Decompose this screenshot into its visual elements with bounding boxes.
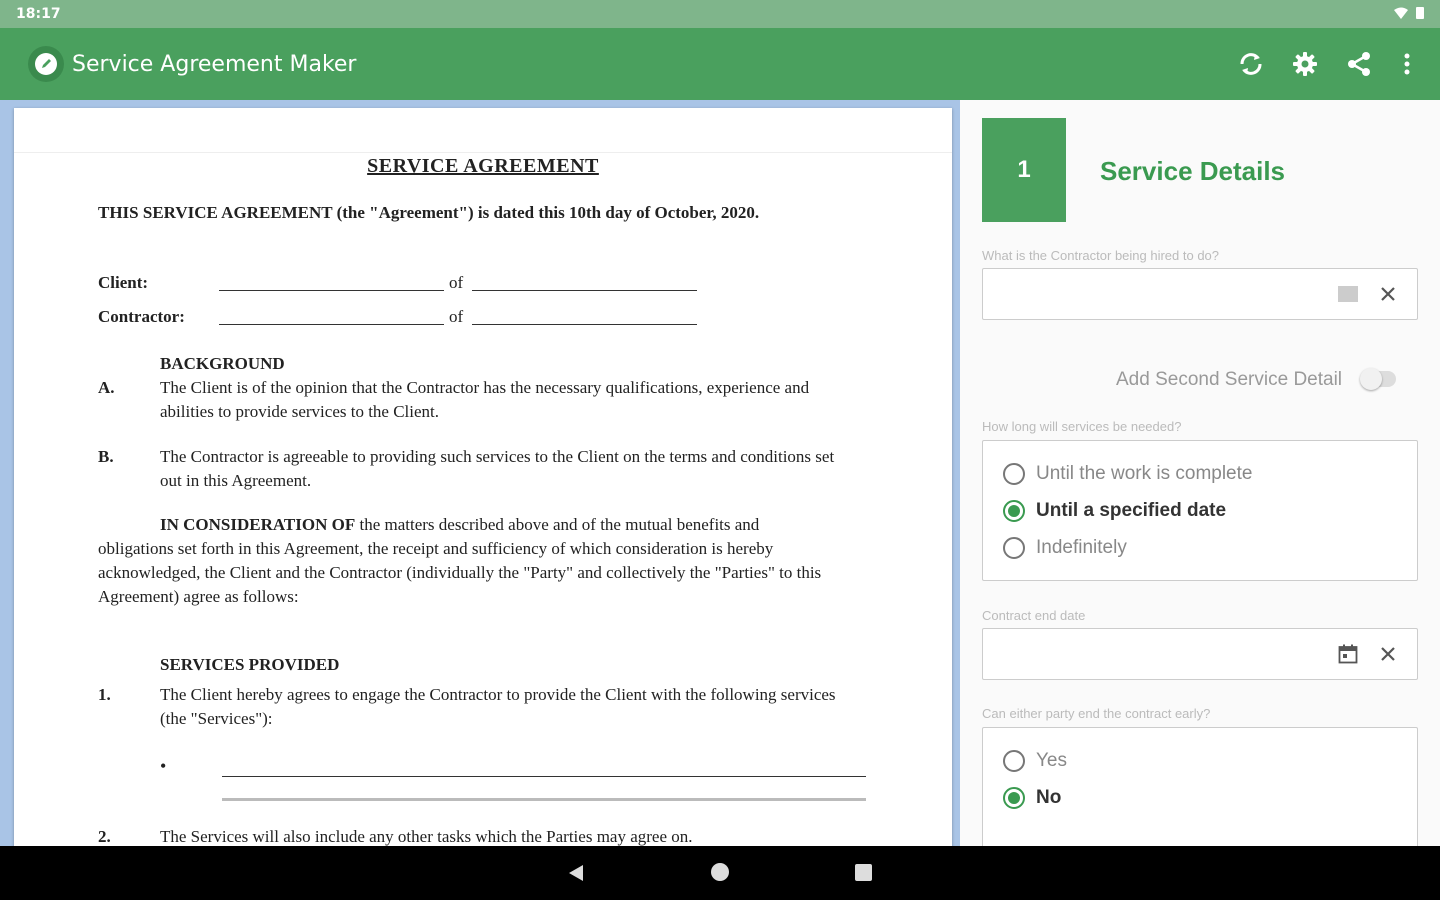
radio-option-yes[interactable]: Yes <box>1003 748 1067 774</box>
keyboard-icon[interactable] <box>1337 283 1359 305</box>
service-blank-line <box>222 776 866 777</box>
of-word: of <box>449 273 464 292</box>
radio-label: Until the work is complete <box>1036 463 1253 484</box>
step-title: Service Details <box>1100 156 1286 186</box>
wifi-icon <box>1394 7 1408 19</box>
gear-icon <box>1293 52 1317 76</box>
duration-label: How long will services be needed? <box>982 419 1182 434</box>
radio-button-selected[interactable] <box>1003 787 1025 809</box>
item-a-text: The Client is of the opinion that the Co… <box>160 378 810 421</box>
radio-label: Yes <box>1036 750 1067 771</box>
radio-label: Until a specified date <box>1036 500 1227 521</box>
item-b-text: The Contractor is agreeable to providing… <box>160 447 835 490</box>
radio-option-until-complete[interactable]: Until the work is complete <box>1003 461 1252 487</box>
service-bullet: • <box>160 756 167 776</box>
contractor-name-blank <box>219 324 444 325</box>
share-icon <box>1348 52 1370 76</box>
clear-icon[interactable] <box>1377 283 1399 305</box>
settings-button[interactable] <box>1289 48 1321 80</box>
status-icons <box>1394 7 1424 19</box>
item-2-text: The Services will also include any other… <box>160 827 693 846</box>
status-time: 18:17 <box>16 6 61 22</box>
consideration-paragraph: IN CONSIDERATION OF the matters describe… <box>98 513 838 609</box>
item-1-text: The Client hereby agrees to engage the C… <box>160 685 836 728</box>
second-service-toggle-label: Add Second Service Detail <box>1116 369 1343 390</box>
consideration-lead: IN CONSIDERATION OF <box>160 515 356 534</box>
radio-option-indefinitely[interactable]: Indefinitely <box>1003 535 1127 561</box>
recent-apps-icon[interactable] <box>855 864 872 881</box>
more-options-button[interactable] <box>1391 48 1423 80</box>
radio-option-specified-date[interactable]: Until a specified date <box>1003 498 1226 524</box>
refresh-icon <box>1240 53 1262 75</box>
early-termination-radio-group: Yes No <box>982 727 1418 846</box>
radio-option-no[interactable]: No <box>1003 785 1061 811</box>
form-panel[interactable]: 1 Service Details What is the Contractor… <box>960 100 1440 846</box>
end-date-field[interactable] <box>982 628 1418 680</box>
contractor-address-blank <box>472 324 697 325</box>
early-termination-label: Can either party end the contract early? <box>982 706 1211 721</box>
service-description-field[interactable] <box>982 268 1418 320</box>
client-name-blank <box>219 290 444 291</box>
home-icon[interactable] <box>711 863 729 881</box>
radio-button[interactable] <box>1003 750 1025 772</box>
radio-label: No <box>1036 787 1062 808</box>
more-vert-icon <box>1404 53 1410 75</box>
service-description-label: What is the Contractor being hired to do… <box>982 248 1220 263</box>
radio-button[interactable] <box>1003 537 1025 559</box>
item-b-number: B. <box>98 447 114 466</box>
duration-radio-group: Until the work is complete Until a speci… <box>982 440 1418 581</box>
step-number-badge: 1 <box>982 118 1066 222</box>
battery-icon <box>1416 7 1424 19</box>
app-title: Service Agreement Maker <box>72 52 357 77</box>
document-title: SERVICE AGREEMENT <box>367 155 599 177</box>
item-2-number: 2. <box>98 827 111 846</box>
radio-button[interactable] <box>1003 463 1025 485</box>
service-blank-line-2 <box>222 798 866 801</box>
calendar-icon[interactable] <box>1337 643 1359 665</box>
services-heading: SERVICES PROVIDED <box>160 655 340 674</box>
share-button[interactable] <box>1343 48 1375 80</box>
client-row: Client: of <box>98 271 868 295</box>
of-word: of <box>449 307 464 326</box>
clear-icon[interactable] <box>1377 643 1399 665</box>
document-intro: THIS SERVICE AGREEMENT (the "Agreement")… <box>98 203 760 222</box>
refresh-button[interactable] <box>1235 48 1267 80</box>
document-preview[interactable]: SERVICE AGREEMENT THIS SERVICE AGREEMENT… <box>0 100 960 846</box>
app-bar: Service Agreement Maker <box>0 28 1440 100</box>
navigation-bar <box>0 846 1440 900</box>
client-label: Client: <box>98 273 149 292</box>
contractor-label: Contractor: <box>98 307 185 326</box>
radio-label: Indefinitely <box>1036 537 1127 558</box>
item-1-number: 1. <box>98 685 111 704</box>
item-a-number: A. <box>98 378 115 397</box>
back-icon[interactable] <box>566 863 586 883</box>
contractor-row: Contractor: of <box>98 305 868 329</box>
status-bar: 18:17 <box>0 0 1440 28</box>
background-heading: BACKGROUND <box>160 354 285 373</box>
toggle-knob <box>1360 368 1382 390</box>
end-date-label: Contract end date <box>982 608 1086 623</box>
second-service-toggle[interactable] <box>1360 368 1396 390</box>
app-logo-icon <box>28 46 64 82</box>
document-page: SERVICE AGREEMENT THIS SERVICE AGREEMENT… <box>14 108 952 846</box>
radio-button-selected[interactable] <box>1003 500 1025 522</box>
client-address-blank <box>472 290 697 291</box>
